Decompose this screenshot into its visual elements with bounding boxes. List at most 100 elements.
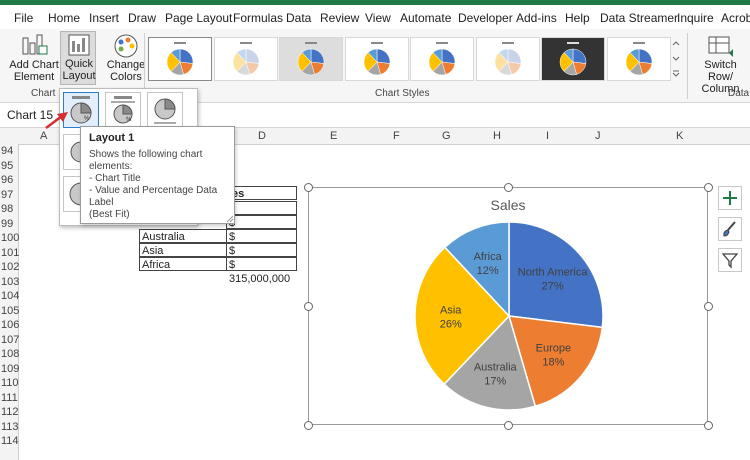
row-header[interactable]: 95 xyxy=(1,160,18,172)
column-header-h[interactable]: H xyxy=(493,130,501,142)
data-label-percent[interactable]: 12% xyxy=(477,265,499,277)
table-cell-sales[interactable]: $ 438,000,000 xyxy=(226,229,297,257)
row-header[interactable]: 94 xyxy=(1,145,18,157)
row-header[interactable]: 112 xyxy=(1,406,19,418)
row-header[interactable]: 106 xyxy=(1,319,19,331)
row-header[interactable]: 113 xyxy=(1,421,19,433)
chart-area[interactable]: Sales North America 27% Europe 18% Australia… xyxy=(308,187,708,425)
tab-acrobat[interactable]: Acrobat xyxy=(721,11,750,25)
table-cell-sales[interactable]: $ 684,000,000 xyxy=(226,243,297,271)
chart-style-option[interactable] xyxy=(541,37,605,81)
chart-style-option[interactable] xyxy=(148,37,212,81)
table-header-sales[interactable]: les xyxy=(226,186,297,200)
row-header[interactable]: 110 xyxy=(1,377,19,389)
resize-handle[interactable] xyxy=(304,183,313,192)
tab-home[interactable]: Home xyxy=(48,11,80,25)
chart-style-option[interactable] xyxy=(410,37,474,81)
switch-row-column-icon xyxy=(708,36,733,57)
row-header[interactable]: 114 xyxy=(1,435,19,447)
row-header[interactable]: 104 xyxy=(1,290,19,302)
column-header-f[interactable]: F xyxy=(393,130,400,142)
data-label-name[interactable]: North America xyxy=(518,266,589,278)
tab-automate[interactable]: Automate xyxy=(400,11,451,25)
data-label-percent[interactable]: 18% xyxy=(542,357,564,369)
data-label-percent[interactable]: 17% xyxy=(484,376,506,388)
tooltip-title: Layout 1 xyxy=(89,132,135,144)
thumbnail-title xyxy=(632,42,645,44)
chart-style-option[interactable] xyxy=(606,37,671,81)
row-header[interactable]: 102 xyxy=(1,261,19,273)
tab-data[interactable]: Data xyxy=(286,11,311,25)
row-header[interactable]: 101 xyxy=(1,247,19,259)
quick-layout-option-3[interactable] xyxy=(147,92,183,128)
chart-style-option[interactable] xyxy=(279,37,343,81)
tab-add-ins[interactable]: Add-ins xyxy=(516,11,557,25)
row-header[interactable]: 107 xyxy=(1,334,19,346)
resize-handle[interactable] xyxy=(504,183,513,192)
chart-title[interactable]: Sales xyxy=(490,197,525,213)
tab-view[interactable]: View xyxy=(365,11,391,25)
row-header[interactable]: 103 xyxy=(1,276,19,288)
row-header[interactable]: 105 xyxy=(1,305,19,317)
tab-review[interactable]: Review xyxy=(320,11,359,25)
pie-chart: Sales North America 27% Europe 18% Australia… xyxy=(414,197,604,411)
resize-handle[interactable] xyxy=(704,421,713,430)
tab-insert[interactable]: Insert xyxy=(89,11,119,25)
chart-style-option[interactable] xyxy=(213,37,278,81)
gallery-scroll[interactable] xyxy=(671,37,681,79)
row-header[interactable]: 98 xyxy=(1,203,18,215)
row-header[interactable]: 96 xyxy=(1,174,18,186)
resize-handle[interactable] xyxy=(704,183,713,192)
tab-file[interactable]: File xyxy=(14,11,33,25)
column-header-g[interactable]: G xyxy=(442,130,451,142)
row-header[interactable]: 108 xyxy=(1,348,19,360)
chart-style-thumbnail-icon xyxy=(166,42,194,76)
quick-layout-option-2[interactable]: % xyxy=(105,92,141,128)
table-cell-region[interactable]: Asia xyxy=(139,243,227,257)
row-header[interactable]: 111 xyxy=(1,392,18,404)
chart-elements-button[interactable] xyxy=(718,186,742,210)
resize-handle[interactable] xyxy=(504,421,513,430)
tab-help[interactable]: Help xyxy=(565,11,590,25)
tab-inquire[interactable]: Inquire xyxy=(677,11,714,25)
change-colors-button[interactable]: Change Colors xyxy=(106,33,146,83)
chart-style-option[interactable] xyxy=(475,37,540,81)
chart-style-thumbnail-icon xyxy=(232,42,259,76)
chart-styles-button[interactable] xyxy=(718,217,742,241)
row-header[interactable]: 100 xyxy=(1,232,19,244)
column-header-d[interactable]: D xyxy=(258,130,266,142)
data-label-percent[interactable]: 26% xyxy=(440,319,462,331)
add-chart-element-button[interactable]: Add Chart Element xyxy=(9,33,59,83)
tab-data-streamer[interactable]: Data Streamer xyxy=(600,11,678,25)
tab-developer[interactable]: Developer xyxy=(458,11,513,25)
column-header-i[interactable]: I xyxy=(546,130,549,142)
table-cell-sales[interactable]: $ 315,000,000 xyxy=(226,257,297,285)
row-header[interactable]: 99 xyxy=(1,218,18,230)
data-label-name[interactable]: Australia xyxy=(474,362,518,374)
quick-layout-button[interactable]: Quick Layout xyxy=(60,31,96,85)
switch-row-column-button[interactable]: Switch Row/ Column xyxy=(693,33,748,95)
tab-draw[interactable]: Draw xyxy=(128,11,156,25)
tab-formulas[interactable]: Formulas xyxy=(233,11,283,25)
data-label-name[interactable]: Asia xyxy=(440,305,462,317)
resize-handle[interactable] xyxy=(704,302,713,311)
column-header-j[interactable]: J xyxy=(595,130,601,142)
chart-style-option[interactable] xyxy=(344,37,409,81)
data-label-name[interactable]: Africa xyxy=(474,251,503,263)
row-header[interactable]: 109 xyxy=(1,363,19,375)
table-cell-region[interactable]: Africa xyxy=(139,257,227,271)
tooltip-line: (Best Fit) xyxy=(89,209,130,220)
column-header-k[interactable]: K xyxy=(676,130,683,142)
row-header[interactable]: 97 xyxy=(1,189,18,201)
table-cell-region[interactable]: Australia xyxy=(139,229,227,243)
resize-handle[interactable] xyxy=(304,302,313,311)
quick-layout-label: Quick Layout xyxy=(62,58,96,82)
column-header-e[interactable]: E xyxy=(330,130,337,142)
resize-handle[interactable] xyxy=(304,421,313,430)
table-cell-sales[interactable]: $ 489,000,000 xyxy=(226,215,297,243)
tab-page-layout[interactable]: Page Layout xyxy=(165,11,232,25)
table-cell-sales[interactable]: $ 710,000,000 xyxy=(226,201,297,229)
chart-filters-button[interactable] xyxy=(718,248,742,272)
data-label-name[interactable]: Europe xyxy=(536,343,571,355)
data-label-percent[interactable]: 27% xyxy=(542,280,564,292)
